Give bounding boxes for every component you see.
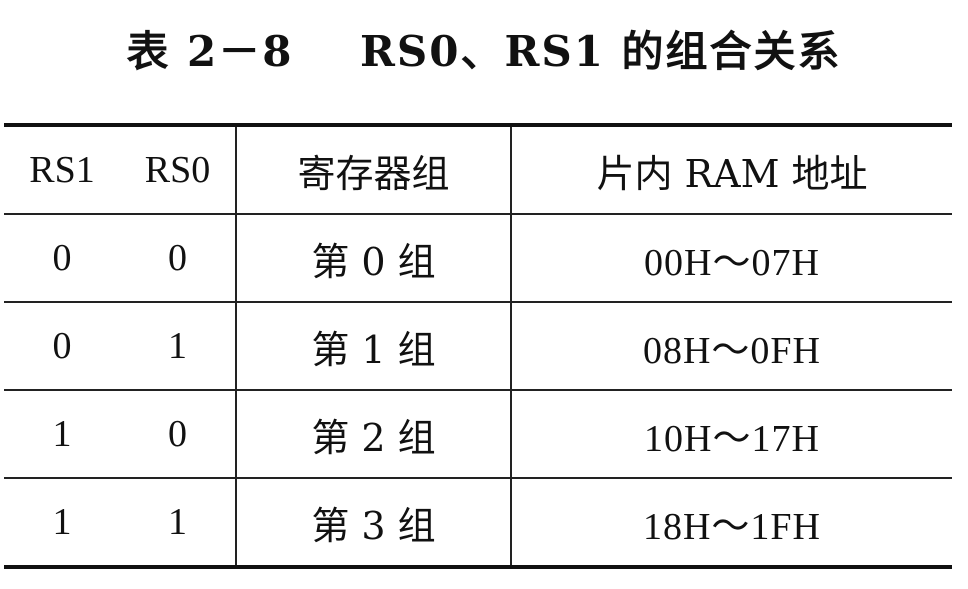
cell-rs0: 1 (120, 302, 236, 391)
register-bank-table: RS1 RS0 寄存器组 片内 RAM 地址 0 0 第 0 组 00H～07H… (4, 123, 952, 569)
cell-rs0: 0 (120, 214, 236, 303)
header-ram-address: 片内 RAM 地址 (510, 125, 952, 215)
cell-rs1: 0 (4, 302, 120, 391)
table-row: 0 0 第 0 组 00H～07H (4, 214, 952, 303)
table-row: 1 0 第 2 组 10H～17H (4, 390, 952, 479)
header-register-bank: 寄存器组 (235, 125, 511, 215)
cell-ram-address: 00H～07H (510, 214, 952, 303)
cell-ram-address: 08H～0FH (510, 302, 952, 391)
cell-register-bank: 第 3 组 (235, 478, 511, 567)
header-rs0: RS0 (120, 125, 236, 215)
cell-rs0: 1 (168, 501, 187, 543)
table-header-row: RS1 RS0 寄存器组 片内 RAM 地址 (4, 125, 952, 215)
cell-ram-address: 10H～17H (510, 390, 952, 479)
table-title: RS0、RS1 的组合关系 (360, 27, 842, 76)
cell-rs1: 1 (52, 501, 72, 543)
table-row: 1 1 第 3 组 18H～1FH (4, 478, 952, 567)
cell-rs1: 0 (4, 214, 120, 303)
table-number: 表 2－8 (126, 27, 294, 76)
cell-rs1: 1 (4, 390, 120, 479)
table-row: 0 1 第 1 组 08H～0FH (4, 302, 952, 391)
cell-register-bank: 第 0 组 (235, 214, 511, 303)
table-caption: 表 2－8 RS0、RS1 的组合关系 (0, 18, 968, 79)
cell-ram-address: 18H～1FH (510, 478, 952, 567)
cell-rs0: 0 (120, 390, 236, 479)
cell-register-bank: 第 2 组 (235, 390, 511, 479)
cell-register-bank: 第 1 组 (235, 302, 511, 391)
register-bank-table-container: RS1 RS0 寄存器组 片内 RAM 地址 0 0 第 0 组 00H～07H… (4, 123, 952, 569)
header-rs1: RS1 (4, 125, 120, 215)
